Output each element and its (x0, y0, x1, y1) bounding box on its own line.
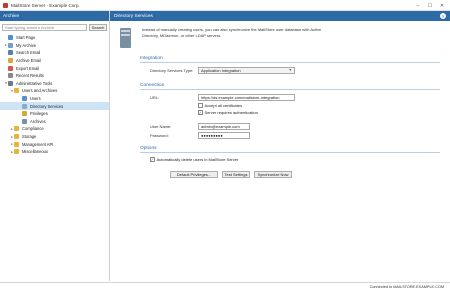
folder-icon (14, 149, 19, 155)
archive-icon (8, 42, 13, 48)
check-icon: ✓ (198, 109, 203, 115)
minimize-icon[interactable]: – (412, 0, 424, 11)
intro-text: Instead of manually creating users, you … (142, 27, 322, 38)
checkbox-label: Accept all certificates (204, 103, 243, 108)
users-folder-icon (14, 88, 19, 94)
maximize-icon[interactable]: ☐ (424, 0, 436, 11)
intro: Instead of manually creating users, you … (118, 27, 438, 53)
tree-item-export-email[interactable]: Export Email (0, 64, 109, 72)
page-title: Directory Services (114, 13, 153, 19)
search-input[interactable]: Start typing admin's Archive (2, 24, 87, 31)
privileges-icon (22, 111, 27, 117)
directory-type-value: Application Integration (201, 67, 241, 73)
tree-item-compliance[interactable]: ▸ Compliance (0, 125, 109, 133)
tree-item-label: Users and Archives (22, 88, 58, 94)
main-header: Directory Services ? (110, 11, 450, 21)
recent-icon (8, 73, 13, 79)
tree-item-label: Export Email (16, 65, 40, 71)
password-label: Password: (150, 133, 169, 138)
navigation-tree: Start Page ▸ My Archive Search Email Arc… (0, 33, 109, 156)
tree-item-search-email[interactable]: Search Email (0, 49, 109, 57)
tree-item-label: Start Page (16, 35, 36, 41)
status-bar: Connected to MAILSTORE.EXAMPLE.COM (0, 282, 450, 292)
tree-item-directory-services[interactable]: Directory Services (0, 102, 109, 110)
test-settings-button[interactable]: Test Settings (222, 171, 250, 178)
connection-status: Connected to MAILSTORE.EXAMPLE.COM (369, 285, 444, 289)
tree-item-label: Recent Results (16, 73, 44, 79)
checkbox-label: Server requires authentication (204, 110, 258, 115)
tree-item-label: Archives (30, 118, 46, 124)
chevron-down-icon: ▼ (288, 68, 292, 73)
checkbox-box (198, 103, 203, 108)
tree-item-label: Storage (22, 134, 37, 140)
tree-item-my-archive[interactable]: ▸ My Archive (0, 42, 109, 50)
tools-icon (8, 80, 13, 86)
url-label: URL: (150, 95, 160, 100)
tree-item-label: Administrative Tools (16, 80, 53, 86)
main-panel: Directory Services ? Instead of manually… (110, 11, 450, 281)
tree-item-label: Archive Email (16, 58, 42, 64)
synchronize-now-button[interactable]: Synchronize Now (254, 171, 292, 178)
tree-item-label: Users (30, 96, 41, 102)
home-icon (8, 35, 13, 41)
tree-item-label: Privileges (30, 111, 48, 117)
check-icon: ✓ (150, 156, 155, 162)
tree-item-management-api[interactable]: ▸ Management API (0, 140, 109, 148)
directory-type-label: Directory Services Type: (150, 68, 194, 73)
tree-item-label: Compliance (22, 126, 44, 132)
folder-icon (14, 126, 19, 132)
tree-item-label: Miscellaneous (22, 149, 48, 155)
archive-email-icon (8, 58, 13, 64)
tree-item-users-and-archives[interactable]: ▾ Users and Archives (0, 87, 109, 95)
export-icon (8, 65, 13, 71)
folder-icon (14, 134, 19, 140)
directory-type-select[interactable]: Application Integration ▼ (198, 67, 295, 74)
folder-icon (14, 141, 19, 147)
tree-item-users[interactable]: Users (0, 95, 109, 103)
directory-server-icon (120, 28, 131, 48)
accept-certificates-checkbox[interactable]: Accept all certificates (198, 103, 242, 108)
tree-item-label: Directory Services (30, 103, 64, 109)
search-row: Start typing admin's Archive Search (0, 21, 109, 33)
window-title: MailStore Server - Example Corp. (11, 2, 80, 8)
url-field[interactable]: https://ds.example.com/mailstore-integra… (198, 94, 295, 101)
tree-item-archives[interactable]: Archives (0, 118, 109, 126)
tree-item-miscellaneous[interactable]: ▸ Miscellaneous (0, 148, 109, 156)
tree-item-label: My Archive (16, 42, 37, 48)
users-icon (22, 96, 27, 102)
connection-section-title: Connection (140, 83, 440, 90)
password-field[interactable]: ●●●●●●●●● (198, 132, 250, 139)
tree-item-privileges[interactable]: Privileges (0, 110, 109, 118)
search-icon (8, 50, 13, 56)
integration-section-title: Integration (140, 56, 440, 63)
help-icon[interactable]: ? (440, 13, 446, 19)
directory-services-icon (22, 103, 27, 109)
tree-item-storage[interactable]: ▸ Storage (0, 133, 109, 141)
tree-item-label: Management API (22, 141, 54, 147)
close-icon[interactable]: ✕ (436, 0, 448, 11)
options-section-title: Options (140, 146, 440, 153)
checkbox-label: Automatically delete users in MailStore … (156, 157, 239, 162)
sidebar-header: Archive (0, 11, 109, 21)
username-label: User Name: (150, 124, 172, 129)
server-auth-checkbox[interactable]: ✓ Server requires authentication (198, 110, 258, 115)
window-controls: – ☐ ✕ (412, 0, 448, 11)
tree-item-label: Search Email (16, 50, 41, 56)
tree-item-archive-email[interactable]: Archive Email (0, 57, 109, 65)
default-privileges-button[interactable]: Default Privileges... (170, 171, 218, 178)
archives-icon (22, 118, 27, 124)
app-icon (3, 2, 8, 8)
tree-item-administrative-tools[interactable]: ▾ Administrative Tools (0, 80, 109, 88)
username-field[interactable]: admin@example.com (198, 123, 250, 130)
tree-item-recent-results[interactable]: Recent Results (0, 72, 109, 80)
title-bar: MailStore Server - Example Corp. – ☐ ✕ (0, 0, 450, 11)
sidebar: Archive Start typing admin's Archive Sea… (0, 11, 110, 281)
delete-users-checkbox[interactable]: ✓ Automatically delete users in MailStor… (150, 157, 238, 162)
search-button[interactable]: Search (89, 24, 107, 31)
tree-item-start-page[interactable]: Start Page (0, 34, 109, 42)
